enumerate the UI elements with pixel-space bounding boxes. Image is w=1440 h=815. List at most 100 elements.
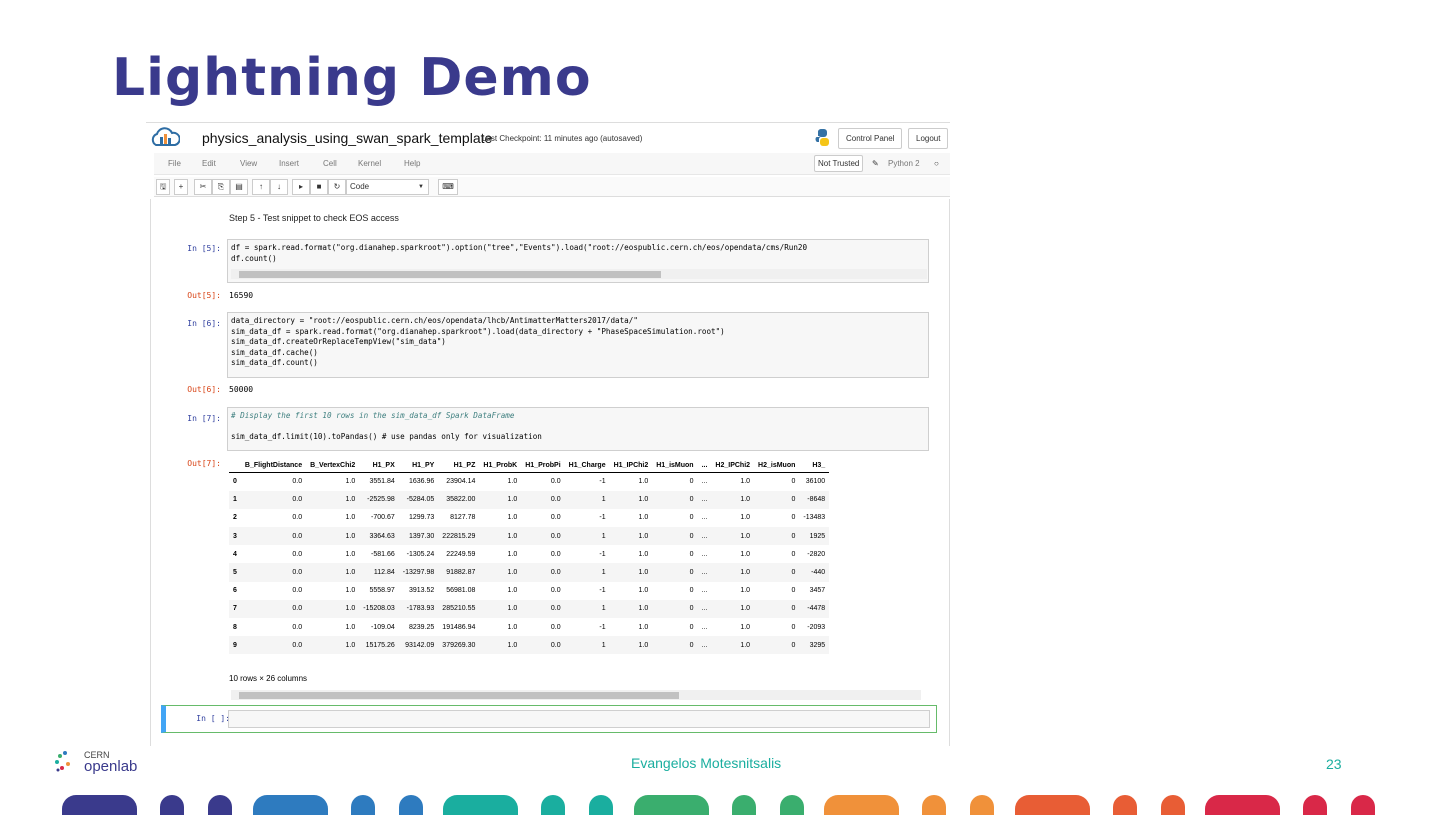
table-cell: 1 [564,563,610,582]
add-cell-icon[interactable]: + [174,179,188,195]
table-row: 9 0.0 1.0 15175.26 93142.09 379269.30 1.0 0.0 1 1… [229,636,830,655]
table-row: 8 0.0 1.0 -109.04 8239.25 191486.94 1.0 0.0 -1 1.… [229,618,829,636]
table-cell: 1.0 [507,550,518,558]
row-index: 4 [233,550,237,558]
table-cell: 1.0 [740,514,751,522]
table-horizontal-scrollbar[interactable] [231,690,921,700]
code-line: sim_data_df = spark.read.format("org.dia… [231,326,725,336]
table-cell: 0 [754,490,800,509]
control-panel-button[interactable]: Control Panel [838,128,903,149]
code-line: sim_data_df.createOrReplaceTempView("sim… [231,337,446,346]
column-header: H2_IPChi2 [711,459,755,473]
table-cell: 0 [791,587,796,595]
table-cell: 8239.25 [408,623,435,631]
table-cell: 1.0 [711,636,755,655]
table-cell: 1.0 [711,599,755,618]
notebook-content: Step 5 - Test snippet to check EOS acces… [150,199,950,746]
table-cell: 0.0 [521,490,565,509]
copy-icon[interactable]: ⎘ [212,179,230,195]
table-cell: 5558.97 [369,587,395,595]
table-cell: 1 [564,527,610,546]
table-cell: 1.0 [507,587,518,595]
input-prompt: In [7]: [187,414,221,423]
table-cell: -4478 [799,599,830,618]
table-row: 0 0.0 1.0 3551.84 1636.96 23904.14 1.0 0.0 -1 1.0… [229,473,829,491]
table-cell: -1 [599,478,606,486]
code-cell-6[interactable]: data_directory = "root://eospublic.cern.… [227,312,929,378]
table-cell: -15208.03 [359,599,399,618]
table-cell: 0 [791,514,796,522]
output-prompt: Out[5]: [187,291,221,300]
not-trusted-button[interactable]: Not Trusted [814,155,864,172]
table-cell: 0 [791,623,796,631]
row-index: 1 [229,490,241,509]
menu-file[interactable]: File [168,159,181,168]
table-cell: 1.0 [306,563,360,582]
table-cell: 0 [754,636,800,655]
active-cell[interactable]: In [ ]: [161,705,937,733]
column-header: H2_isMuon [754,459,800,473]
band-shape [1351,795,1375,815]
table-cell: 1.0 [609,599,653,618]
run-icon[interactable]: ▸ [292,179,310,195]
table-cell: 3364.63 [359,527,399,546]
table-cell: 0 [689,587,694,595]
table-row: 1 0.0 1.0 -2525.98 -5284.05 35822.00 1.0 0.0 1 1.… [229,490,830,509]
table-cell: ... [697,599,712,618]
band-shape [1014,795,1090,815]
pencil-icon[interactable]: ✎ [872,159,879,168]
keyboard-icon[interactable]: ⌨ [438,179,458,195]
table-cell: 1.0 [479,599,522,618]
table-cell: 91882.87 [438,563,480,582]
table-cell: ... [697,563,712,582]
cell-type-select[interactable]: Code ▼ [346,179,429,195]
band-shape [589,795,613,815]
table-cell: 1.0 [306,599,360,618]
table-cell: 0.0 [521,527,565,546]
table-cell: 22249.59 [446,550,476,558]
table-cell: 1397.30 [398,527,439,546]
table-cell: -1783.93 [398,599,439,618]
table-cell: 0 [754,527,800,546]
code-cell-7[interactable]: # Display the first 10 rows in the sim_d… [227,407,929,451]
cut-icon[interactable]: ✂ [194,179,212,195]
table-cell: 1.0 [507,623,518,631]
table-cell: 3457 [809,587,826,595]
table-cell: 1.0 [711,527,755,546]
band-shape [824,795,899,815]
empty-code-input[interactable] [228,710,930,728]
table-cell: 0 [689,623,694,631]
horizontal-scrollbar[interactable] [231,269,927,279]
table-cell: 1.0 [345,587,356,595]
menu-insert[interactable]: Insert [279,159,299,168]
menu-cell[interactable]: Cell [323,159,337,168]
menu-edit[interactable]: Edit [202,159,216,168]
band-shape [922,795,946,815]
table-cell: 191486.94 [442,623,476,631]
menu-help[interactable]: Help [404,159,420,168]
move-up-icon[interactable]: ↑ [252,179,270,195]
column-header: H1_PX [359,459,399,473]
menu-kernel[interactable]: Kernel [358,159,381,168]
column-header: B_VertexChi2 [306,459,360,473]
table-cell: 1.0 [638,587,649,595]
band-shape [1303,795,1327,815]
menu-view[interactable]: View [240,159,257,168]
table-cell: -581.66 [371,550,395,558]
table-cell: 379269.30 [438,636,480,655]
column-header: H1_isMuon [652,459,698,473]
move-down-icon[interactable]: ↓ [270,179,288,195]
table-cell: 0.0 [550,623,561,631]
table-cell: -1 [599,587,606,595]
table-cell: 0.0 [550,478,561,486]
notebook-name[interactable]: physics_analysis_using_swan_spark_templa… [202,130,492,146]
band-shape [443,795,518,815]
logout-button[interactable]: Logout [908,128,949,149]
paste-icon[interactable]: ▤ [230,179,248,195]
stop-icon[interactable]: ■ [310,179,328,195]
band-shape [779,795,804,815]
restart-icon[interactable]: ↻ [328,179,346,195]
column-header: H1_ProbPi [521,459,565,473]
table-cell: 0.0 [292,550,303,558]
save-icon[interactable]: 🖫 [156,179,170,195]
